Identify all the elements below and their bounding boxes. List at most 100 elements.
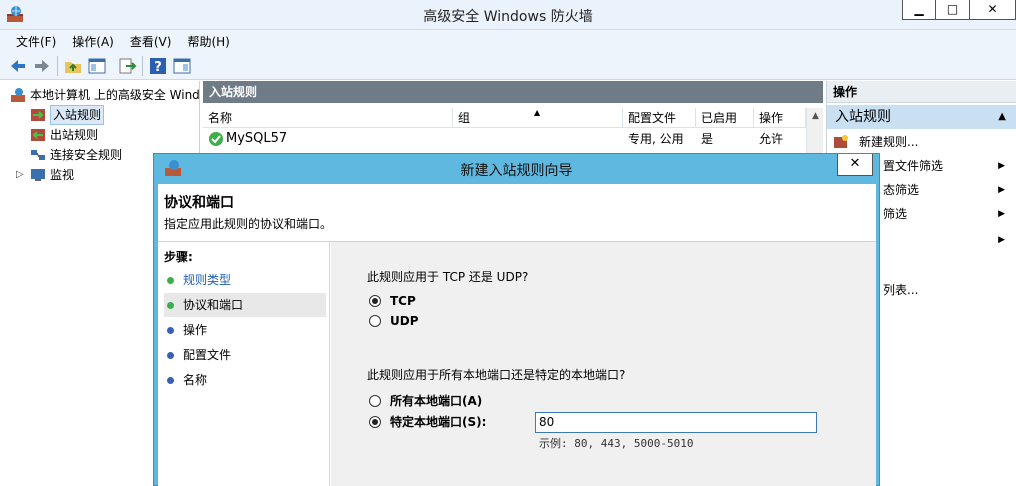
connection-security-icon xyxy=(31,150,45,160)
minimize-button[interactable]: ▁ xyxy=(902,0,936,20)
tree-item-outbound-rules[interactable]: 出站规则 xyxy=(30,125,98,145)
step-rule-type[interactable]: 规则类型 xyxy=(164,268,326,292)
wizard-steps: 步骤: 规则类型 协议和端口 操作 配置文件 名称 xyxy=(158,242,330,486)
tree-item-inbound-rules[interactable]: 入站规则 xyxy=(30,105,105,125)
wizard-header: 协议和端口 指定应用此规则的协议和端口。 xyxy=(158,184,876,242)
outbound-rules-icon xyxy=(31,129,45,141)
radio-label: UDP xyxy=(390,314,419,328)
action-label: 新建规则... xyxy=(859,135,919,149)
protocol-question: 此规则应用于 TCP 还是 UDP? xyxy=(367,270,529,284)
inbound-rules-icon xyxy=(31,109,45,121)
tree-item-monitor[interactable]: 监视 xyxy=(30,165,74,185)
actions-section-label: 入站规则 xyxy=(835,109,891,125)
monitor-icon xyxy=(31,169,45,181)
action-label: 态筛选 xyxy=(883,183,920,197)
step-label: 规则类型 xyxy=(183,273,232,287)
expand-arrow-icon[interactable]: ▷ xyxy=(16,169,24,180)
step-label: 名称 xyxy=(183,373,208,387)
steps-heading: 步骤: xyxy=(164,250,193,264)
port-question: 此规则应用于所有本地端口还是特定的本地端口? xyxy=(367,368,626,382)
dialog-title: 新建入站规则向导 xyxy=(460,163,573,179)
menu-file[interactable]: 文件(F) xyxy=(8,30,64,52)
specific-port-input[interactable]: 80 xyxy=(535,412,817,433)
step-current-dot-icon xyxy=(167,301,174,309)
column-headers: 名称 组 配置文件 已启用 操作 xyxy=(203,108,823,128)
radio-all-ports[interactable]: 所有本地端口(A) xyxy=(369,392,482,409)
column-header-name[interactable]: 名称 xyxy=(203,108,453,127)
step-profile: 配置文件 xyxy=(164,343,326,367)
step-pending-dot-icon xyxy=(167,351,174,359)
column-header-action[interactable]: 操作 xyxy=(754,108,806,127)
rule-enabled: 是 xyxy=(701,132,714,146)
step-done-dot-icon xyxy=(167,276,174,284)
dialog-close-button[interactable]: ✕ xyxy=(837,154,873,176)
main-titlebar: 高级安全 Windows 防火墙 ▁ □ ✕ xyxy=(0,0,1016,30)
menu-bar: 文件(F) 操作(A) 查看(V) 帮助(H) xyxy=(0,30,1016,52)
radio-label: 所有本地端口(A) xyxy=(390,394,483,408)
step-action: 操作 xyxy=(164,318,326,342)
toolbar: ? xyxy=(0,52,1016,80)
action-label: 置文件筛选 xyxy=(883,159,944,173)
actions-section-inbound[interactable]: 入站规则 ▲ xyxy=(827,105,1016,129)
properties-pane-icon[interactable] xyxy=(172,56,192,76)
action-label: 列表... xyxy=(883,283,919,297)
new-rule-icon xyxy=(834,135,848,148)
step-pending-dot-icon xyxy=(167,376,174,384)
step-name: 名称 xyxy=(164,368,326,392)
wizard-page-title: 协议和端口 xyxy=(164,195,234,211)
pane-heading: 入站规则 xyxy=(203,81,823,103)
radio-label: 特定本地端口(S): xyxy=(390,415,487,429)
help-icon[interactable]: ? xyxy=(148,56,168,76)
export-icon[interactable] xyxy=(117,56,137,76)
column-header-enabled[interactable]: 已启用 xyxy=(696,108,754,127)
sort-ascending-icon: ▲ xyxy=(534,108,541,117)
column-header-profile[interactable]: 配置文件 xyxy=(623,108,696,127)
back-arrow-icon[interactable] xyxy=(8,56,28,76)
close-button[interactable]: ✕ xyxy=(970,0,1016,20)
radio-label: TCP xyxy=(390,294,416,308)
firewall-root-icon xyxy=(11,88,25,102)
table-row[interactable]: MySQL57 专用, 公用 是 允许 xyxy=(203,129,823,149)
rule-profile: 专用, 公用 xyxy=(628,132,684,146)
tree-root[interactable]: 本地计算机 上的高级安全 Wind xyxy=(10,85,200,105)
rule-name: MySQL57 xyxy=(226,131,288,146)
wizard-content: 此规则应用于 TCP 还是 UDP? TCP UDP 此规则应用于所有本地端口还… xyxy=(331,242,876,486)
step-protocol-port[interactable]: 协议和端口 xyxy=(164,293,326,317)
menu-view[interactable]: 查看(V) xyxy=(122,30,180,52)
scroll-up-arrow-icon[interactable]: ▲ xyxy=(807,108,824,125)
radio-button[interactable] xyxy=(369,315,381,327)
dialog-titlebar: 新建入站规则向导 ✕ xyxy=(154,154,879,184)
menu-action[interactable]: 操作(A) xyxy=(64,30,122,52)
new-inbound-rule-wizard: 新建入站规则向导 ✕ 协议和端口 指定应用此规则的协议和端口。 步骤: 规则类型… xyxy=(153,153,880,486)
dialog-body: 协议和端口 指定应用此规则的协议和端口。 步骤: 规则类型 协议和端口 操作 配… xyxy=(158,184,876,486)
tree-root-label: 本地计算机 上的高级安全 Wind xyxy=(30,88,200,102)
forward-arrow-icon[interactable] xyxy=(32,56,52,76)
radio-button[interactable] xyxy=(369,415,381,428)
menu-help[interactable]: 帮助(H) xyxy=(179,30,237,52)
radio-specific-ports[interactable]: 特定本地端口(S): xyxy=(369,413,486,430)
rule-action: 允许 xyxy=(759,132,784,146)
rule-enabled-check-icon xyxy=(209,132,223,146)
show-hide-tree-icon[interactable] xyxy=(87,56,107,76)
collapse-caret-icon[interactable]: ▲ xyxy=(998,105,1006,129)
window-title: 高级安全 Windows 防火墙 xyxy=(423,9,593,25)
submenu-arrow-icon: ▶ xyxy=(998,209,1005,219)
radio-button[interactable] xyxy=(369,394,381,407)
tree-item-label: 监视 xyxy=(50,168,75,182)
maximize-button[interactable]: □ xyxy=(936,0,970,20)
folder-up-icon[interactable] xyxy=(63,56,83,76)
step-label: 配置文件 xyxy=(183,348,232,362)
submenu-arrow-icon: ▶ xyxy=(998,235,1005,245)
radio-tcp[interactable]: TCP xyxy=(369,294,416,308)
action-label: 筛选 xyxy=(883,207,908,221)
tree-item-label: 出站规则 xyxy=(50,128,99,142)
step-label: 协议和端口 xyxy=(183,298,244,312)
radio-udp[interactable]: UDP xyxy=(369,314,419,328)
radio-button[interactable] xyxy=(369,295,381,307)
tree-item-connection-security[interactable]: 连接安全规则 xyxy=(30,145,122,165)
rule-group xyxy=(453,129,623,149)
submenu-arrow-icon: ▶ xyxy=(998,161,1005,171)
submenu-arrow-icon: ▶ xyxy=(998,185,1005,195)
action-new-rule[interactable]: 新建规则... xyxy=(827,131,1016,153)
step-label: 操作 xyxy=(183,323,208,337)
